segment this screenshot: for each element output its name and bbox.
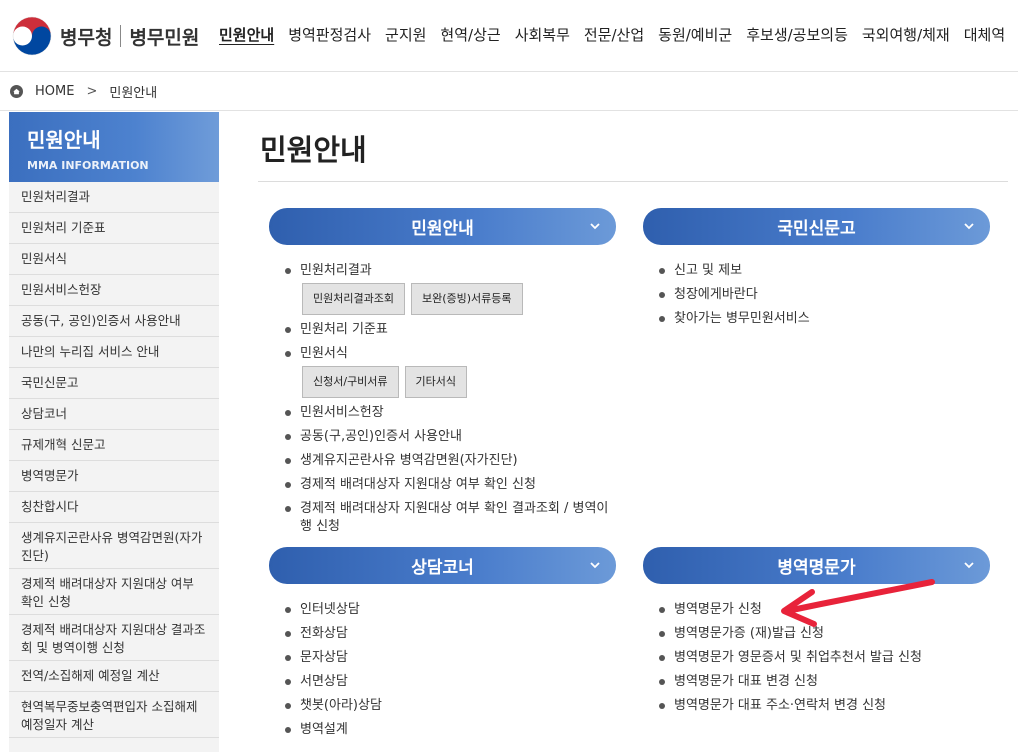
sidebar-subtitle: MMA INFORMATION xyxy=(27,159,149,172)
sidebar-item[interactable]: 상담코너 xyxy=(9,399,219,430)
form-buttons: 신청서/구비서류 기타서식 xyxy=(302,366,615,398)
list-item[interactable]: 전화상담 xyxy=(285,625,615,643)
gnb-item-enlist[interactable]: 군지원 xyxy=(385,24,426,45)
sidebar-item[interactable]: 병역명문가 xyxy=(9,461,219,492)
chevron-down-icon[interactable] xyxy=(588,219,602,233)
sidebar-item[interactable]: 칭찬합시다 xyxy=(9,492,219,523)
sidebar-item[interactable]: 규제개혁 신문고 xyxy=(9,430,219,461)
sidebar-item[interactable]: 현역복무중보충역편입자 소집해제 예정일자 계산 xyxy=(9,692,219,738)
breadcrumb: HOME > 민원안내 xyxy=(0,72,1018,111)
result-buttons: 민원처리결과조회 보완(증빙)서류등록 xyxy=(302,283,615,315)
list-item[interactable]: 병역명문가 영문증서 및 취업추천서 발급 신청 xyxy=(659,649,1004,667)
gnb-item-alternative[interactable]: 대체역 xyxy=(964,24,1005,45)
sidebar-item[interactable]: 경제적 배려대상자 지원대상 결과조회 및 병역이행 신청 xyxy=(9,615,219,661)
sidebar-item[interactable]: 나만의 누리집 서비스 안내 xyxy=(9,337,219,368)
breadcrumb-separator: > xyxy=(86,83,98,99)
list-item-label[interactable]: 민원서식 xyxy=(300,346,348,361)
card-header-counsel[interactable]: 상담코너 xyxy=(269,547,616,584)
list-item[interactable]: 문자상담 xyxy=(285,649,615,667)
title-divider xyxy=(258,181,1008,182)
list-item[interactable]: 생계유지곤란사유 병역감면원(자가진단) xyxy=(285,452,615,470)
gnb-item-active-duty[interactable]: 현역/상근 xyxy=(440,24,500,45)
list-item[interactable]: 병역명문가 신청 xyxy=(659,601,1004,619)
sidebar-header: 민원안내 MMA INFORMATION xyxy=(9,112,219,182)
list-item[interactable]: 서면상담 xyxy=(285,673,615,691)
breadcrumb-current: 민원안내 xyxy=(109,85,158,101)
gnb-item-social-service[interactable]: 사회복무 xyxy=(515,24,570,45)
list-item[interactable]: 공동(구,공인)인증서 사용안내 xyxy=(285,428,615,446)
list-item-label[interactable]: 민원처리결과 xyxy=(300,263,372,278)
site-header: 병무청 병무민원 민원안내 병역판정검사 군지원 현역/상근 사회복무 전문/산… xyxy=(0,0,1018,72)
gnb-item-civil-info[interactable]: 민원안내 xyxy=(219,24,274,45)
list-family: 병역명문가 신청 병역명문가증 (재)발급 신청 병역명문가 영문증서 및 취업… xyxy=(659,601,1004,721)
breadcrumb-home[interactable]: HOME xyxy=(35,84,74,99)
application-form-button[interactable]: 신청서/구비서류 xyxy=(302,366,399,398)
taegeuk-logo-icon xyxy=(12,16,52,56)
list-item[interactable]: 민원처리 기준표 xyxy=(285,321,615,339)
gnb-item-exam[interactable]: 병역판정검사 xyxy=(288,24,371,45)
sidebar-item[interactable]: 민원처리 기준표 xyxy=(9,213,219,244)
sidebar: 민원안내 MMA INFORMATION 민원처리결과 민원처리 기준표 민원서… xyxy=(9,112,219,752)
page-title: 민원안내 xyxy=(260,133,367,167)
sidebar-item[interactable]: 생계유지곤란사유 병역감면원(자가진단) xyxy=(9,523,219,569)
gnb-item-overseas[interactable]: 국외여행/체재 xyxy=(862,24,950,45)
home-icon[interactable] xyxy=(10,84,23,98)
chevron-down-icon[interactable] xyxy=(962,558,976,572)
list-item[interactable]: 경제적 배려대상자 지원대상 여부 확인 결과조회 / 병역이행 신청 xyxy=(285,500,615,536)
list-item[interactable]: 민원처리결과 민원처리결과조회 보완(증빙)서류등록 xyxy=(285,262,615,315)
card-header-family[interactable]: 병역명문가 xyxy=(643,547,990,584)
list-item[interactable]: 찾아가는 병무민원서비스 xyxy=(659,310,989,328)
card-header-sinmungo[interactable]: 국민신문고 xyxy=(643,208,990,245)
supplement-upload-button[interactable]: 보완(증빙)서류등록 xyxy=(410,283,523,315)
card-title: 민원안내 xyxy=(411,219,474,239)
sidebar-item[interactable]: 국민신문고 xyxy=(9,368,219,399)
gnb-item-reserve[interactable]: 동원/예비군 xyxy=(658,24,732,45)
org-name: 병무청 xyxy=(60,26,113,49)
sidebar-title: 민원안내 xyxy=(27,128,101,152)
list-civil-info: 민원처리결과 민원처리결과조회 보완(증빙)서류등록 민원처리 기준표 민원서식… xyxy=(285,262,615,542)
sidebar-item[interactable]: 민원처리결과 xyxy=(9,182,219,213)
chevron-down-icon[interactable] xyxy=(962,219,976,233)
site-name: 병무민원 xyxy=(129,26,200,49)
card-header-civil-info[interactable]: 민원안내 xyxy=(269,208,616,245)
list-item[interactable]: 챗봇(아라)상담 xyxy=(285,697,615,715)
list-item[interactable]: 병역설계 xyxy=(285,721,615,739)
list-item[interactable]: 병역명문가 대표 주소·연락처 변경 신청 xyxy=(659,697,1004,715)
list-sinmungo: 신고 및 제보 청장에게바란다 찾아가는 병무민원서비스 xyxy=(659,262,989,334)
list-item[interactable]: 병역명문가 대표 변경 신청 xyxy=(659,673,1004,691)
global-nav: 민원안내 병역판정검사 군지원 현역/상근 사회복무 전문/산업 동원/예비군 … xyxy=(219,24,1018,45)
list-item[interactable]: 청장에게바란다 xyxy=(659,286,989,304)
logo-divider xyxy=(120,25,122,47)
list-item[interactable]: 신고 및 제보 xyxy=(659,262,989,280)
list-item[interactable]: 인터넷상담 xyxy=(285,601,615,619)
sidebar-item[interactable]: 공동(구, 공인)인증서 사용안내 xyxy=(9,306,219,337)
chevron-down-icon[interactable] xyxy=(588,558,602,572)
site-logo[interactable]: 병무청 병무민원 xyxy=(12,14,199,58)
sidebar-item[interactable]: 민원서식 xyxy=(9,244,219,275)
list-item[interactable]: 경제적 배려대상자 지원대상 여부 확인 신청 xyxy=(285,476,615,494)
sidebar-menu: 민원처리결과 민원처리 기준표 민원서식 민원서비스헌장 공동(구, 공인)인증… xyxy=(9,182,219,738)
other-forms-button[interactable]: 기타서식 xyxy=(404,366,468,398)
card-title: 국민신문고 xyxy=(777,219,856,239)
card-title: 상담코너 xyxy=(411,558,474,578)
result-lookup-button[interactable]: 민원처리결과조회 xyxy=(302,283,405,315)
sidebar-item[interactable]: 경제적 배려대상자 지원대상 여부 확인 신청 xyxy=(9,569,219,615)
sidebar-item[interactable]: 전역/소집해제 예정일 계산 xyxy=(9,661,219,692)
list-item[interactable]: 병역명문가증 (재)발급 신청 xyxy=(659,625,1004,643)
list-item[interactable]: 민원서식 신청서/구비서류 기타서식 xyxy=(285,345,615,398)
gnb-item-candidate[interactable]: 후보생/공보의등 xyxy=(746,24,848,45)
sidebar-item[interactable]: 민원서비스헌장 xyxy=(9,275,219,306)
list-item[interactable]: 민원서비스헌장 xyxy=(285,404,615,422)
list-counsel: 인터넷상담 전화상담 문자상담 서면상담 챗봇(아라)상담 병역설계 xyxy=(285,601,615,745)
gnb-item-industry[interactable]: 전문/산업 xyxy=(584,24,644,45)
card-title: 병역명문가 xyxy=(777,558,856,578)
